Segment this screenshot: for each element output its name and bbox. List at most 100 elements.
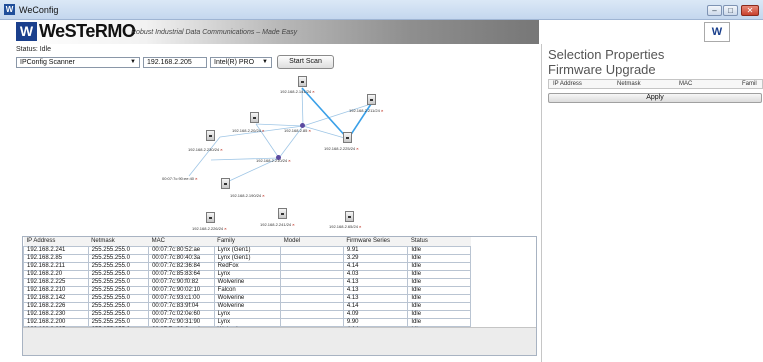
table-row[interactable]: 192.168.2.211 255.255.255.0 00:07:7c:82:36… [23,261,471,271]
selection-properties-title: Selection Properties [548,47,665,62]
switch-icon[interactable] [221,178,230,189]
table-cell: 192.168.2.225 [23,277,89,287]
node-label: 192.168.2.230/24 × [188,147,223,152]
table-cell: 00:07:7c:93:c1:00 [148,293,215,303]
adapter-value: Intel(R) PRO [214,59,255,66]
table-cell: Lynx (Gen1) [213,253,282,263]
table-header-row: IP Address Netmask MAC Family Model Firm… [23,237,471,246]
table-row[interactable]: 192.168.2.230 255.255.255.0 00:07:7c:02:0e… [23,309,471,319]
table-cell: 192.168.2.200 [23,317,89,327]
table-cell: 3.29 [342,253,409,263]
column-header[interactable]: Family [214,237,281,246]
table-cell: 4.09 [342,309,409,319]
table-cell: Idle [407,245,471,255]
table-row[interactable]: 192.168.2.226 255.255.255.0 00:07:7c:83:9f… [23,301,471,311]
brand-name: WeSTeRMO [39,21,136,41]
table-cell: 192.168.2.230 [23,309,89,319]
table-cell: Idle [407,301,471,311]
table-cell: 255.255.255.0 [87,309,150,319]
table-cell: 4.14 [342,261,409,271]
node-label: 192.168.2.210/24 × [256,158,291,163]
column-header[interactable]: IP Address [23,237,89,246]
ip-address-field[interactable]: 192.168.2.205 [143,57,207,68]
node-label: 192.168.2.225/24 × [324,146,359,151]
table-row[interactable]: 192.168.2.20 255.255.255.0 00:07:7c:85:83:… [23,269,471,279]
table-cell: Idle [407,261,471,271]
table-cell: 192.168.2.241 [23,245,89,255]
column-header[interactable]: MAC [148,237,215,246]
switch-icon[interactable] [367,94,376,105]
maximize-button[interactable]: □ [723,5,738,16]
table-cell: 00:07:7c:80:40:3a [148,253,215,263]
start-scan-button[interactable]: Start Scan [277,55,334,69]
switch-icon[interactable] [345,211,354,222]
table-cell: 9.90 [342,317,409,327]
column-header[interactable]: Netmask [88,237,149,246]
table-cell: Idle [407,285,471,295]
table-cell: 4.13 [342,285,409,295]
table-cell: RedFox [213,261,282,271]
app-logo-icon: W [4,4,15,15]
table-cell: 192.168.2.226 [23,301,89,311]
table-cell: 00:07:7c:90:31:90 [148,317,215,327]
table-row[interactable]: 192.168.2.142 255.255.255.0 00:07:7c:93:c1… [23,293,471,303]
scanner-select[interactable]: IPConfig Scanner ▼ [16,57,140,68]
table-cell: 4.13 [342,293,409,303]
column-header[interactable]: Status [407,237,471,246]
table-cell: 255.255.255.0 [87,317,150,327]
switch-icon[interactable] [343,132,352,143]
column-header[interactable]: IP Address [553,81,582,87]
table-cell: 00:07:7c:82:36:84 [148,261,215,271]
table-row[interactable]: 192.168.2.200 255.255.255.0 00:07:7c:90:31… [23,317,471,327]
table-row[interactable]: 192.168.2.85 255.255.255.0 00:07:7c:80:40:… [23,253,471,263]
window-title: WeConfig [19,5,59,15]
table-cell: Lynx [213,269,282,279]
node-label: 00:07:7c:90:ee:40 × [162,176,198,181]
table-cell: 4.14 [342,301,409,311]
table-cell [280,309,344,319]
device-table: IP Address Netmask MAC Family Model Firm… [23,237,471,335]
table-cell: 255.255.255.0 [87,261,150,271]
westermo-logo-icon: W [704,22,730,42]
column-header[interactable]: MAC [679,81,692,87]
switch-icon[interactable] [206,130,215,141]
node-label: 192.168.2.241/24 × [260,222,295,227]
table-row[interactable]: 192.168.2.241 255.255.255.0 00:07:7c:80:52… [23,245,471,255]
table-cell: 00:07:7c:83:9f:04 [148,301,215,311]
switch-icon[interactable] [278,208,287,219]
network-topology[interactable]: 192.168.2.141/24 × 192.168.2.211/24 × 19… [16,70,542,235]
switch-icon[interactable] [206,212,215,223]
apply-button[interactable]: Apply [548,93,762,103]
table-cell: Idle [407,269,471,279]
table-row[interactable]: 192.168.2.210 255.255.255.0 00:07:7c:90:02… [23,285,471,295]
node-label: 192.168.2.211/24 × [349,108,384,113]
minimize-button[interactable]: – [707,5,722,16]
column-header[interactable]: Netmask [617,81,641,87]
table-cell: Falcon [213,285,282,295]
table-cell: 00:07:7c:02:0e:60 [148,309,215,319]
table-cell: Wolverine [213,293,282,303]
column-header[interactable]: Famil [742,81,757,87]
switch-icon[interactable] [298,76,307,87]
title-bar: W WeConfig – □ ✕ [0,0,763,20]
node-label: 192.168.2.226/24 × [192,226,227,231]
table-cell: 192.168.2.20 [23,269,89,279]
node-label: 192.168.2.65/24 × [329,224,362,229]
table-cell: 255.255.255.0 [87,269,150,279]
switch-icon[interactable] [250,112,259,123]
column-header[interactable]: Firmware Series [343,237,408,246]
table-cell: 192.168.2.85 [23,253,89,263]
table-cell: 255.255.255.0 [87,285,150,295]
brand-banner: W WeSTeRMO Robust Industrial Data Commun… [14,20,539,44]
table-cell: Idle [407,317,471,327]
column-header[interactable]: Model [280,237,344,246]
table-cell: Lynx (Gen1) [213,245,282,255]
table-cell: 255.255.255.0 [87,253,150,263]
adapter-select[interactable]: Intel(R) PRO ▼ [210,57,272,68]
table-cell: 4.03 [342,269,409,279]
table-row[interactable]: 192.168.2.225 255.255.255.0 00:07:7c:90:f0… [23,277,471,287]
table-cell: Idle [407,309,471,319]
close-button[interactable]: ✕ [741,5,759,16]
chevron-down-icon: ▼ [130,59,136,65]
firmware-upgrade-title: Firmware Upgrade [548,62,656,77]
